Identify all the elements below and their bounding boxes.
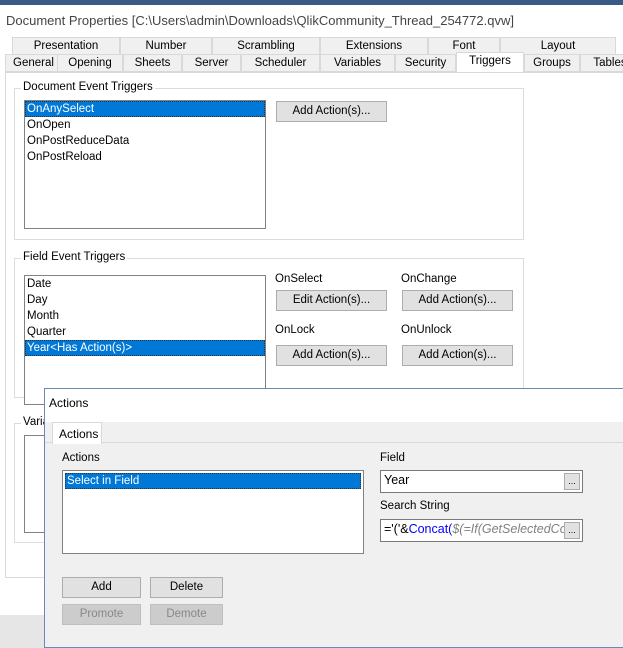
field-value: Year [384,473,410,487]
onlock-add-action-button[interactable]: Add Action(s)... [276,345,387,366]
onunlock-label: OnUnlock [401,324,452,336]
tab-triggers[interactable]: Triggers [456,52,524,72]
document-triggers-list[interactable]: OnAnySelect OnOpen OnPostReduceData OnPostR… [24,100,266,229]
tab-sheets[interactable]: Sheets [123,54,182,72]
delete-button[interactable]: Delete [150,577,223,598]
tab-server[interactable]: Server [182,54,241,72]
onunlock-add-action-button[interactable]: Add Action(s)... [402,345,513,366]
tab-presentation[interactable]: Presentation [12,37,120,55]
onchange-add-action-button[interactable]: Add Action(s)... [402,290,513,311]
list-item[interactable]: Day [25,292,265,308]
list-item[interactable]: Month [25,308,265,324]
tab-groups[interactable]: Groups [524,54,580,72]
list-item[interactable]: OnAnySelect [25,101,265,117]
actions-list[interactable]: Select in Field [62,470,364,554]
add-action-button[interactable]: Add Action(s)... [276,101,387,122]
list-item[interactable]: OnPostReduceData [25,133,265,149]
search-string-input[interactable]: ='('&Concat($(=If(GetSelectedCo ... [380,519,583,542]
field-input[interactable]: Year ... [380,470,583,493]
tab-general[interactable]: General [5,54,62,72]
tab-scheduler[interactable]: Scheduler [241,54,320,72]
promote-button: Promote [62,604,141,625]
actions-list-label: Actions [62,452,100,464]
add-button[interactable]: Add [62,577,141,598]
search-string-expression: $(=If(GetSelectedCo [452,522,567,536]
tab-variables[interactable]: Variables [320,54,395,72]
list-item[interactable]: OnPostReload [25,149,265,165]
actions-dialog: Actions Actions Actions Select in Field … [44,388,623,648]
tab-tables[interactable]: Tables [580,54,623,72]
group-label: Document Event Triggers [21,81,155,93]
onselect-edit-action-button[interactable]: Edit Action(s)... [276,290,387,311]
list-item[interactable]: Date [25,276,265,292]
demote-button: Demote [150,604,223,625]
onchange-label: OnChange [401,273,457,285]
list-item[interactable]: Year<Has Action(s)> [25,340,265,356]
actions-dialog-title: Actions [45,389,623,422]
list-item[interactable]: Select in Field [65,473,361,489]
field-label: Field [380,452,405,464]
search-string-function: Concat( [408,522,453,536]
onlock-label: OnLock [275,324,315,336]
field-browse-button[interactable]: ... [564,473,580,490]
search-string-browse-button[interactable]: ... [564,522,580,539]
tab-number[interactable]: Number [120,37,212,55]
tab-security[interactable]: Security [395,54,456,72]
window-title: Document Properties [C:\Users\admin\Down… [6,13,514,28]
tab-extensions[interactable]: Extensions [320,37,428,55]
group-label: Field Event Triggers [21,251,128,263]
list-item[interactable]: Quarter [25,324,265,340]
search-string-label: Search String [380,500,450,512]
tab-opening[interactable]: Opening [57,54,123,72]
tab-scrambling[interactable]: Scrambling [212,37,320,55]
search-string-text: ='('& [384,522,409,536]
field-event-triggers-group: Field Event Triggers Date Day Month Quarter… [14,251,524,405]
onselect-label: OnSelect [275,273,323,285]
tab-actions[interactable]: Actions [52,422,102,444]
document-event-triggers-group: Document Event Triggers OnAnySelect OnOpe… [14,81,524,240]
list-item[interactable]: OnOpen [25,117,265,133]
field-triggers-list[interactable]: Date Day Month Quarter Year<Has Action(s)> [24,275,266,405]
